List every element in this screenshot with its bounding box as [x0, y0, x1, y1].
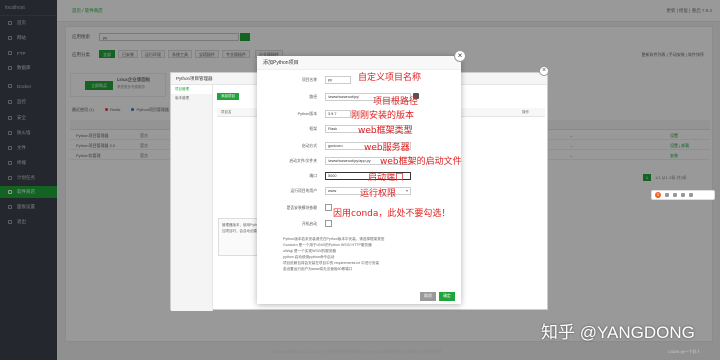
- framework-value: Flask: [328, 127, 338, 131]
- field-label: 是否安装模块依赖: [286, 206, 317, 210]
- ime-voice-icon[interactable]: [681, 193, 685, 197]
- ime-keyboard-icon[interactable]: [689, 193, 693, 197]
- sogou-icon: S: [655, 192, 661, 198]
- autostart-checkbox[interactable]: [325, 220, 332, 227]
- annotation-start-file: web框架的启动文件: [380, 157, 462, 167]
- annotation-install-deps: 因用conda，此处不要勾选！: [333, 209, 451, 219]
- field-run-user: 运行项目的用户 www ▾: [257, 187, 461, 197]
- ime-toolbar[interactable]: S: [651, 190, 715, 200]
- dialog-close-icon[interactable]: ×: [454, 50, 466, 62]
- field-start-method: 启动方式 gunicorn ▾: [257, 142, 461, 152]
- field-label: 项目名称: [301, 78, 317, 82]
- chevron-down-icon: ▾: [405, 188, 408, 193]
- confirm-button[interactable]: 确定: [439, 292, 455, 301]
- field-label: 框架: [309, 127, 317, 131]
- tab-project-manage[interactable]: 项目管理: [171, 85, 212, 94]
- python-manager-close-icon[interactable]: ×: [539, 66, 549, 76]
- csdn-watermark: CSDN @一个好人: [668, 349, 701, 354]
- annotation-project-name: 自定义项目名称: [358, 73, 422, 83]
- run-user-value: www: [328, 189, 337, 193]
- field-label: 开机启动: [301, 222, 317, 226]
- page-footer: 宝塔Linux面板 ©2014-2022 广东堡塔安全技术有限公司 (bt.cn…: [270, 349, 442, 354]
- annotation-python-version: 刚刚安装的版本: [351, 111, 415, 121]
- annotation-framework: web框架类型: [358, 126, 413, 136]
- field-label: 运行项目的用户: [290, 189, 317, 193]
- field-label: 路径: [309, 95, 317, 99]
- field-label: 启动方式: [301, 144, 317, 148]
- field-path: 路径 /www/wwwroot/py/: [257, 93, 461, 103]
- field-label: Python版本: [297, 112, 317, 116]
- dialog-notes: Python版本若未安装请先在Python版本中安装，请选择框架类型 Gunic…: [283, 236, 457, 272]
- cancel-button[interactable]: 取消: [420, 292, 436, 301]
- field-autostart: 开机启动: [257, 220, 461, 230]
- column-header: 操作: [522, 110, 529, 114]
- note-item: 若设置运行用户为www将无法使用80等端口: [283, 267, 353, 271]
- project-name-input[interactable]: py: [325, 76, 351, 84]
- app-root: localhost 首页 网站 FTP 数据库 Docker 监控 安全 防火墙…: [0, 0, 720, 360]
- column-header: 项目名: [221, 110, 232, 114]
- python-version-input[interactable]: 3.9.7: [325, 110, 351, 118]
- python-manager-tabs: 项目管理 版本管理: [171, 85, 213, 311]
- field-label: 端口: [309, 174, 317, 178]
- field-label: 启动文件/文件夹: [289, 159, 317, 163]
- dialog-title: 添加Python项目: [257, 56, 461, 70]
- annotation-path: 项目根路径: [373, 97, 419, 107]
- ime-mode-icon[interactable]: [665, 193, 669, 197]
- start-method-value: gunicorn: [328, 144, 343, 148]
- annotation-start-method: web服务器: [364, 143, 410, 153]
- zhihu-watermark: 知乎 @YANGDONG: [541, 323, 695, 342]
- annotation-run-user: 运行权限: [360, 189, 397, 199]
- tab-version-manage[interactable]: 版本管理: [171, 94, 212, 103]
- ime-punct-icon[interactable]: [673, 193, 677, 197]
- field-port: 端口 5000: [257, 172, 461, 182]
- install-deps-checkbox[interactable]: [325, 204, 332, 211]
- add-project-button[interactable]: 添加项目: [217, 93, 239, 100]
- annotation-port: 启动端口: [368, 173, 405, 183]
